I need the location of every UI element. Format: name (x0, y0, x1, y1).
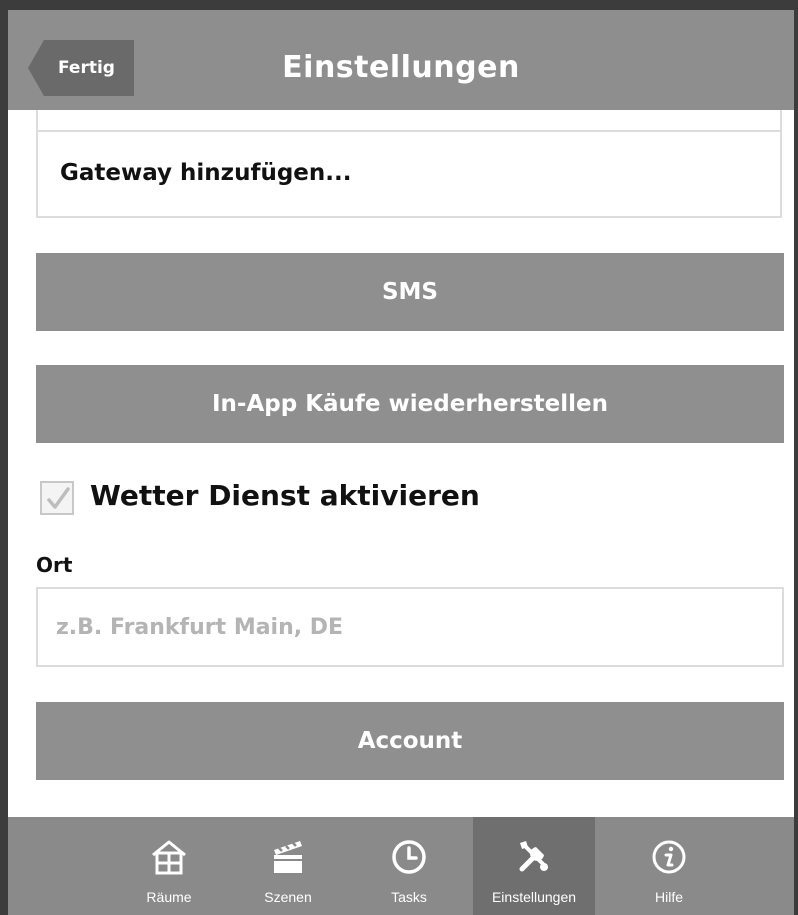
tab-rooms[interactable]: Räume (108, 817, 230, 915)
weather-service-row: Wetter Dienst aktivieren (36, 475, 736, 519)
clock-icon (392, 840, 426, 874)
tab-label: Räume (146, 889, 192, 905)
tab-label: Szenen (264, 889, 312, 905)
tab-label: Tasks (391, 889, 427, 905)
restore-purchases-button[interactable]: In-App Käufe wiederherstellen (36, 365, 784, 443)
tab-label: Hilfe (654, 889, 683, 905)
tab-label: Einstellungen (491, 889, 577, 905)
location-label: Ort (36, 553, 73, 577)
tools-icon (519, 841, 548, 872)
sms-button[interactable]: SMS (36, 253, 784, 331)
tab-help[interactable]: Hilfe (608, 817, 730, 915)
add-gateway-item[interactable]: Gateway hinzufügen... (60, 160, 351, 186)
checkmark-icon (47, 487, 70, 509)
location-input[interactable] (36, 587, 784, 667)
gateway-list: Gateway hinzufügen... (36, 110, 782, 218)
account-button[interactable]: Account (36, 702, 784, 780)
tab-scenes[interactable]: Szenen (227, 817, 349, 915)
info-icon (652, 840, 686, 874)
weather-service-label: Wetter Dienst aktivieren (90, 479, 480, 512)
clapperboard-icon (274, 841, 302, 873)
weather-service-checkbox[interactable] (40, 481, 74, 515)
tab-settings[interactable]: Einstellungen (473, 817, 595, 915)
list-divider (38, 130, 780, 132)
tab-tasks[interactable]: Tasks (348, 817, 470, 915)
house-icon (152, 840, 186, 875)
navigation-bar: Fertig Einstellungen (8, 10, 794, 110)
tab-bar: Räume Szenen Tasks Einstellungen Hilfe (8, 817, 794, 915)
page-title: Einstellungen (282, 50, 520, 85)
app-screen: Fertig Einstellungen Gateway hinzufügen.… (8, 10, 794, 915)
